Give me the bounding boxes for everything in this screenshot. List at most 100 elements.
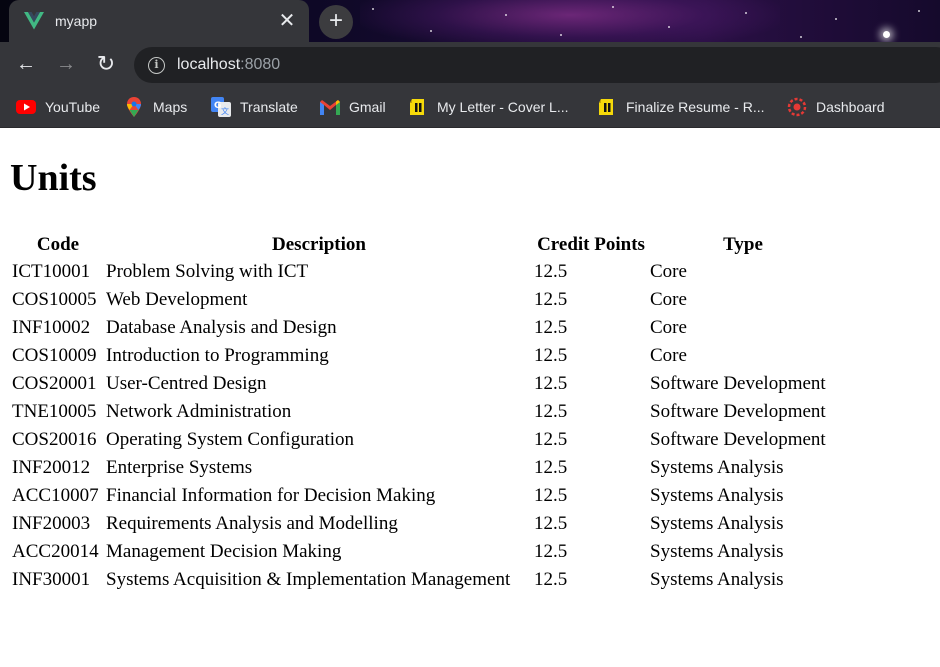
unit-credit-points: 12.5 — [534, 513, 568, 534]
bookmark-maps[interactable]: Maps — [124, 95, 187, 119]
unit-code: INF20003 — [12, 513, 91, 534]
reload-icon[interactable]: ↻ — [94, 52, 118, 76]
unit-code: INF10002 — [12, 317, 91, 338]
star — [745, 12, 747, 14]
star — [918, 10, 920, 12]
back-arrow-icon[interactable]: ← — [14, 52, 38, 76]
table-header-row: Code Description Credit Points Type — [12, 233, 836, 257]
unit-type: Systems Analysis — [650, 513, 784, 534]
star — [612, 6, 614, 8]
star — [372, 8, 374, 10]
star — [505, 14, 507, 16]
unit-description: Management Decision Making — [106, 541, 342, 562]
column-header-type: Type — [723, 234, 763, 255]
unit-description: Web Development — [106, 289, 248, 310]
table-row: COS10009 Introduction to Programming 12.5 C… — [12, 343, 836, 369]
table-row: COS20016 Operating System Configuration 12… — [12, 427, 836, 453]
unit-description: Enterprise Systems — [106, 457, 253, 478]
unit-code: TNE10005 — [12, 401, 97, 422]
bookmark-finalize-resume[interactable]: Finalize Resume - R... — [597, 95, 764, 119]
star — [883, 31, 890, 38]
unit-description: Database Analysis and Design — [106, 317, 337, 338]
maps-pin-icon — [124, 97, 144, 117]
unit-credit-points: 12.5 — [534, 317, 568, 338]
unit-credit-points: 12.5 — [534, 569, 568, 590]
star — [560, 34, 562, 36]
dashboard-icon — [787, 97, 807, 117]
google-translate-icon: G文 — [211, 97, 231, 117]
tab-title: myapp — [55, 13, 98, 29]
column-header-credit-points: Credit Points — [537, 234, 645, 255]
bookmark-my-letter[interactable]: My Letter - Cover L... — [408, 95, 568, 119]
unit-description: Problem Solving with ICT — [106, 261, 309, 282]
youtube-icon — [16, 97, 36, 117]
unit-type: Core — [650, 317, 687, 338]
tab-strip: myapp ✕ + — [0, 0, 940, 44]
star — [430, 30, 432, 32]
table-row: COS10005 Web Development 12.5 Core — [12, 287, 836, 313]
unit-description: Network Administration — [106, 401, 292, 422]
unit-type: Systems Analysis — [650, 457, 784, 478]
unit-credit-points: 12.5 — [534, 429, 568, 450]
star — [835, 18, 837, 20]
units-table-body: ICT10001 Problem Solving with ICT 12.5 Core… — [12, 259, 836, 593]
unit-type: Software Development — [650, 373, 826, 394]
bookmark-label: Dashboard — [816, 99, 885, 115]
unit-code: INF20012 — [12, 457, 91, 478]
bookmark-dashboard[interactable]: Dashboard — [787, 95, 885, 119]
unit-description: Financial Information for Decision Makin… — [106, 485, 436, 506]
units-table: Code Description Credit Points Type ICT1… — [10, 231, 838, 595]
unit-type: Core — [650, 289, 687, 310]
gmail-icon — [320, 97, 340, 117]
browser-tab[interactable]: myapp ✕ — [9, 0, 309, 42]
new-tab-button[interactable]: + — [319, 5, 353, 39]
table-row: ACC10007 Financial Information for Decisi… — [12, 483, 836, 509]
url-port: :8080 — [240, 56, 281, 73]
site-info-icon[interactable]: i — [148, 56, 165, 74]
unit-type: Core — [650, 345, 687, 366]
bookmark-label: Maps — [153, 99, 188, 115]
unit-credit-points: 12.5 — [534, 401, 568, 422]
bookmark-label: YouTube — [45, 99, 101, 115]
unit-type: Software Development — [650, 429, 826, 450]
url-host: localhost — [177, 56, 241, 73]
unit-description: Introduction to Programming — [106, 345, 329, 366]
close-icon[interactable]: ✕ — [277, 11, 297, 31]
unit-description: Requirements Analysis and Modelling — [106, 513, 398, 534]
column-header-description: Description — [272, 234, 366, 255]
unit-code: COS10009 — [12, 345, 97, 366]
unit-credit-points: 12.5 — [534, 373, 568, 394]
address-bar[interactable]: i localhost :8080 — [134, 47, 940, 83]
bookmark-translate[interactable]: G文 Translate — [211, 95, 298, 119]
unit-credit-points: 12.5 — [534, 541, 568, 562]
bookmark-label: My Letter - Cover L... — [437, 99, 569, 115]
table-row: ICT10001 Problem Solving with ICT 12.5 Core — [12, 259, 836, 285]
background-nebula — [360, 0, 780, 44]
unit-type: Systems Analysis — [650, 569, 784, 590]
unit-type: Systems Analysis — [650, 541, 784, 562]
bookmarks-bar: YouTube Maps G文 Translate Gmail My Lette… — [0, 86, 940, 128]
bookmark-label: Finalize Resume - R... — [626, 99, 765, 115]
star — [800, 36, 802, 38]
bookmark-gmail[interactable]: Gmail — [320, 95, 386, 119]
svg-text:文: 文 — [221, 106, 229, 116]
bookmark-label: Translate — [240, 99, 298, 115]
unit-code: COS10005 — [12, 289, 97, 310]
unit-description: User-Centred Design — [106, 373, 267, 394]
bookmark-youtube[interactable]: YouTube — [16, 95, 100, 119]
unit-code: ACC10007 — [12, 485, 99, 506]
forward-arrow-icon[interactable]: → — [54, 52, 78, 76]
unit-code: ICT10001 — [12, 261, 91, 282]
unit-type: Software Development — [650, 401, 826, 422]
unit-credit-points: 12.5 — [534, 289, 568, 310]
unit-code: ACC20014 — [12, 541, 99, 562]
unit-credit-points: 12.5 — [534, 261, 568, 282]
table-row: INF20012 Enterprise Systems 12.5 Systems An… — [12, 455, 836, 481]
unit-credit-points: 12.5 — [534, 485, 568, 506]
unit-code: INF30001 — [12, 569, 91, 590]
table-row: TNE10005 Network Administration 12.5 Softwa… — [12, 399, 836, 425]
unit-credit-points: 12.5 — [534, 345, 568, 366]
table-row: COS20001 User-Centred Design 12.5 Software … — [12, 371, 836, 397]
document-icon — [597, 97, 617, 117]
page-title: Units — [10, 157, 97, 199]
